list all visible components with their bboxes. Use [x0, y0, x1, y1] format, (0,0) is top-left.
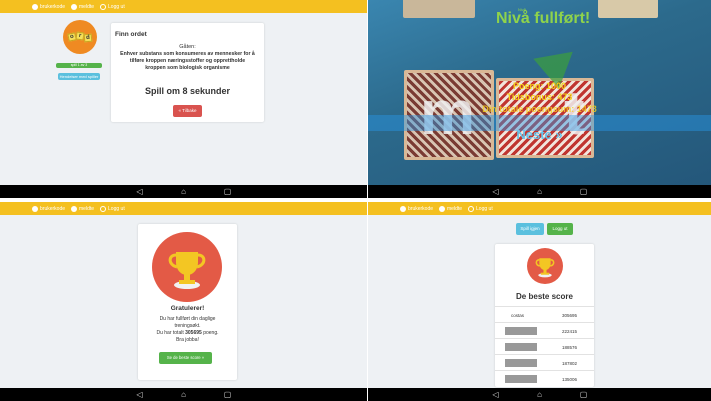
ord-logo: o r d: [63, 20, 97, 54]
nav-back-icon[interactable]: ◁: [135, 390, 145, 399]
player-score: 222415: [562, 329, 578, 334]
level-complete-title: Nivå fullført!: [496, 10, 591, 27]
info-icon: [400, 205, 406, 212]
screen-congrats: brukerkode meldte Logg ut Gratulerer! Du…: [0, 202, 367, 401]
nav-recent-icon[interactable]: ▢: [223, 390, 233, 399]
view-scores-button[interactable]: Se de beste score »: [159, 352, 212, 364]
player-score: 135006: [562, 377, 578, 382]
user-icon: [439, 205, 446, 212]
info-icon: [32, 3, 38, 10]
table-row: 135006: [495, 370, 594, 388]
congrats-line-4: Bra jobba!: [176, 337, 199, 343]
trophy-badge: [527, 248, 563, 284]
nav-recent-icon[interactable]: ▢: [579, 187, 589, 196]
total-score: 305695: [185, 330, 202, 336]
topbar-item-user[interactable]: meldte: [439, 205, 462, 212]
power-icon: [468, 205, 475, 212]
player-name: costas: [511, 313, 525, 318]
screenshot-grid: brukerkode meldte Logg ut o r d spill 1 …: [0, 0, 711, 401]
topbar-item-logout[interactable]: Logg ut: [100, 205, 125, 212]
back-button[interactable]: « Tilbake: [173, 105, 202, 117]
android-navbar: ◁ ⌂ ▢: [368, 185, 711, 198]
events-button[interactable]: Hendelser med spiller: [58, 73, 100, 80]
next-button[interactable]: Neste »: [368, 127, 711, 142]
total-points-text: Din totale poengsum: 1473: [482, 104, 597, 114]
riddle-card: Finn ordet Gåten: Enhver substans som ko…: [111, 23, 264, 122]
android-navbar: ◁ ⌂ ▢: [368, 388, 711, 401]
user-icon: [71, 3, 78, 10]
nav-recent-icon[interactable]: ▢: [223, 187, 233, 196]
nav-back-icon[interactable]: ◁: [491, 187, 501, 196]
trophy-icon: [168, 252, 206, 289]
points-text: Poeng: 1000: [512, 81, 567, 91]
top-bar: brukerkode meldte Logg ut: [368, 202, 711, 215]
topbar-item-user[interactable]: meldte: [71, 205, 94, 212]
topbar-item-code[interactable]: brukerkode: [32, 205, 65, 212]
congrats-card: Gratulerer! Du har fullført din daglige …: [138, 224, 237, 380]
card-title: Finn ordet: [115, 31, 147, 38]
android-navbar: ◁ ⌂ ▢: [0, 388, 367, 401]
power-icon: [100, 205, 107, 212]
screen-level-complete: m t Nivå Nivå fullført! Poeng: 1000 Tids…: [368, 0, 711, 198]
redacted-name: [505, 375, 537, 383]
highscore-card: De beste score costas 305695 222415 1885…: [495, 244, 594, 387]
highscore-title: De beste score: [516, 292, 573, 301]
progress-pill: spill 1 av 3: [56, 63, 102, 68]
redacted-name: [505, 359, 537, 367]
android-navbar: ◁ ⌂ ▢: [0, 185, 367, 198]
logo-letter-d: d: [83, 33, 93, 43]
screen-riddle: brukerkode meldte Logg ut o r d spill 1 …: [0, 0, 367, 198]
player-score: 187802: [562, 361, 578, 366]
trophy-icon: [535, 258, 555, 278]
nav-recent-icon[interactable]: ▢: [579, 390, 589, 399]
power-icon: [100, 3, 107, 10]
top-bar: brukerkode meldte Logg ut: [0, 0, 367, 13]
topbar-item-user[interactable]: meldte: [71, 3, 94, 10]
topbar-item-logout[interactable]: Logg ut: [100, 3, 125, 10]
countdown-text: Spill om 8 sekunder: [144, 86, 231, 96]
info-icon: [32, 205, 38, 212]
topbar-item-logout[interactable]: Logg ut: [468, 205, 493, 212]
congrats-line-1: Du har fullført din daglige: [159, 316, 216, 322]
nav-home-icon[interactable]: ⌂: [535, 390, 545, 399]
congrats-title: Gratulerer!: [170, 305, 205, 312]
congrats-line-2: treningsøkt.: [174, 323, 201, 329]
top-bar: brukerkode meldte Logg ut: [0, 202, 367, 215]
photo-block: [403, 0, 475, 18]
nav-back-icon[interactable]: ◁: [135, 187, 145, 196]
riddle-label: Gåten:: [179, 44, 196, 50]
nav-home-icon[interactable]: ⌂: [535, 187, 545, 196]
user-icon: [71, 205, 78, 212]
topbar-item-code[interactable]: brukerkode: [32, 3, 65, 10]
nav-home-icon[interactable]: ⌂: [179, 187, 189, 196]
player-score: 305695: [562, 313, 578, 318]
screen-highscores: brukerkode meldte Logg ut Spill igjen Lo…: [368, 202, 711, 401]
redacted-name: [505, 343, 537, 351]
trophy-badge: [152, 232, 222, 302]
photo-block: [598, 0, 658, 18]
nav-home-icon[interactable]: ⌂: [179, 390, 189, 399]
logout-button[interactable]: Logg ut: [547, 223, 573, 235]
riddle-text: Enhver substans som konsumeres av mennes…: [120, 51, 255, 71]
topbar-item-code[interactable]: brukerkode: [400, 205, 433, 212]
player-score: 188576: [562, 345, 578, 350]
redacted-name: [505, 327, 537, 335]
play-again-button[interactable]: Spill igjen: [516, 223, 544, 235]
congrats-line-3: Du har totalt 305695 poeng.: [156, 330, 219, 336]
time-bonus-text: Tidsbonus: 473: [506, 92, 573, 102]
nav-back-icon[interactable]: ◁: [491, 390, 501, 399]
